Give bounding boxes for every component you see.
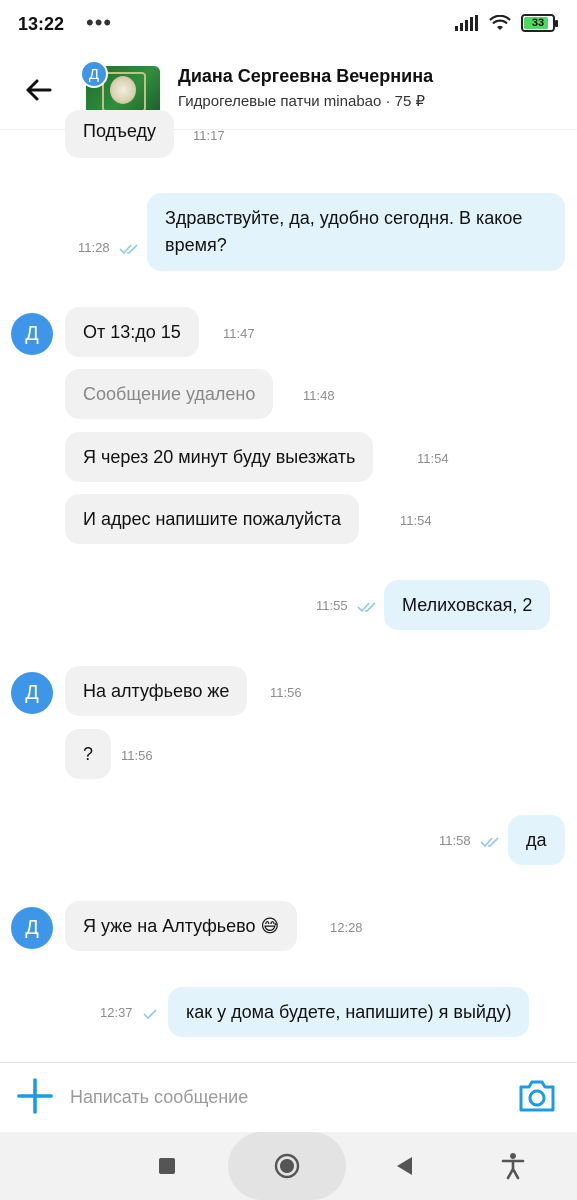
attach-plus-icon[interactable] <box>16 1077 54 1115</box>
contact-avatar: Д <box>80 60 108 88</box>
contact-name[interactable]: Диана Сергеевна Вечернина <box>178 66 433 87</box>
accessibility-icon[interactable] <box>497 1150 529 1182</box>
message-time: 12:28 <box>330 920 363 935</box>
back-triangle-icon[interactable] <box>388 1150 420 1182</box>
message-time: 11:28 <box>78 240 139 255</box>
status-time: 13:22 <box>18 14 65 34</box>
message-time: 11:47 <box>223 326 255 341</box>
sent-checkmark-icon <box>143 1008 157 1019</box>
message-time: 11:54 <box>417 451 449 466</box>
back-arrow-icon[interactable] <box>20 72 56 108</box>
read-checkmarks-icon <box>357 601 376 612</box>
home-circle-icon[interactable] <box>271 1150 303 1182</box>
message-text: Я уже на Алтуфьево 😅 <box>83 916 280 936</box>
message-input[interactable] <box>70 1081 490 1113</box>
message-time: 11:55 <box>316 598 377 613</box>
message-text: Сообщение удалено <box>83 384 256 404</box>
recents-square-icon[interactable] <box>151 1150 183 1182</box>
incoming-message[interactable]: ? <box>65 729 112 779</box>
incoming-message[interactable]: От 13:до 15 <box>65 307 199 357</box>
message-time: 11:58 <box>439 833 500 848</box>
status-dots: ••• <box>86 10 113 35</box>
message-time: 11:56 <box>270 685 302 700</box>
message-composer <box>0 1062 577 1132</box>
wifi-icon <box>489 15 511 30</box>
outgoing-message[interactable]: как у дома будете, напишите) я выйду) <box>168 987 530 1037</box>
sender-avatar[interactable]: Д <box>11 313 53 355</box>
message-text: Подъеду <box>83 121 157 141</box>
message-text: На алтуфьево же <box>83 681 230 701</box>
camera-icon[interactable] <box>517 1077 557 1115</box>
system-nav-bar <box>0 1132 577 1200</box>
outgoing-message[interactable]: Мелиховская, 2 <box>384 580 551 630</box>
read-checkmarks-icon <box>119 243 138 254</box>
message-time: 12:37 <box>100 1005 158 1020</box>
incoming-message[interactable]: Я уже на Алтуфьево 😅 <box>65 901 298 951</box>
status-icons: 33 <box>455 14 558 32</box>
message-text: И адрес напишите пожалуйста <box>83 509 341 529</box>
message-text: Здравствуйте, да, удобно сегодня. В како… <box>165 208 523 255</box>
read-checkmarks-icon <box>480 836 499 847</box>
message-text: как у дома будете, напишите) я выйду) <box>186 1002 512 1022</box>
message-text: да <box>526 830 547 850</box>
sender-avatar[interactable]: Д <box>11 907 53 949</box>
message-text: От 13:до 15 <box>83 322 181 342</box>
outgoing-message[interactable]: Здравствуйте, да, удобно сегодня. В како… <box>147 193 565 271</box>
status-bar: 13:22 ••• 33 <box>0 0 577 48</box>
incoming-message[interactable]: Подъеду <box>65 110 175 158</box>
sender-avatar[interactable]: Д <box>11 672 53 714</box>
deleted-message[interactable]: Сообщение удалено <box>65 369 274 419</box>
message-time: 11:48 <box>303 388 335 403</box>
listing-subtitle[interactable]: Гидрогелевые патчи minabao · 75 ₽ <box>178 92 425 110</box>
message-time: 11:54 <box>400 513 432 528</box>
incoming-message[interactable]: Я через 20 минут буду выезжать <box>65 432 374 482</box>
incoming-message[interactable]: На алтуфьево же <box>65 666 248 716</box>
battery-level: 33 <box>531 17 545 29</box>
outgoing-message[interactable]: да <box>508 815 565 865</box>
message-text: ? <box>83 744 94 764</box>
message-text: Мелиховская, 2 <box>402 595 533 615</box>
message-text: Я через 20 минут буду выезжать <box>83 447 356 467</box>
signal-icon <box>455 15 478 31</box>
message-time: 11:56 <box>121 748 153 763</box>
incoming-message[interactable]: И адрес напишите пожалуйста <box>65 494 359 544</box>
message-time: 11:17 <box>193 128 225 143</box>
battery-icon: 33 <box>521 14 558 32</box>
